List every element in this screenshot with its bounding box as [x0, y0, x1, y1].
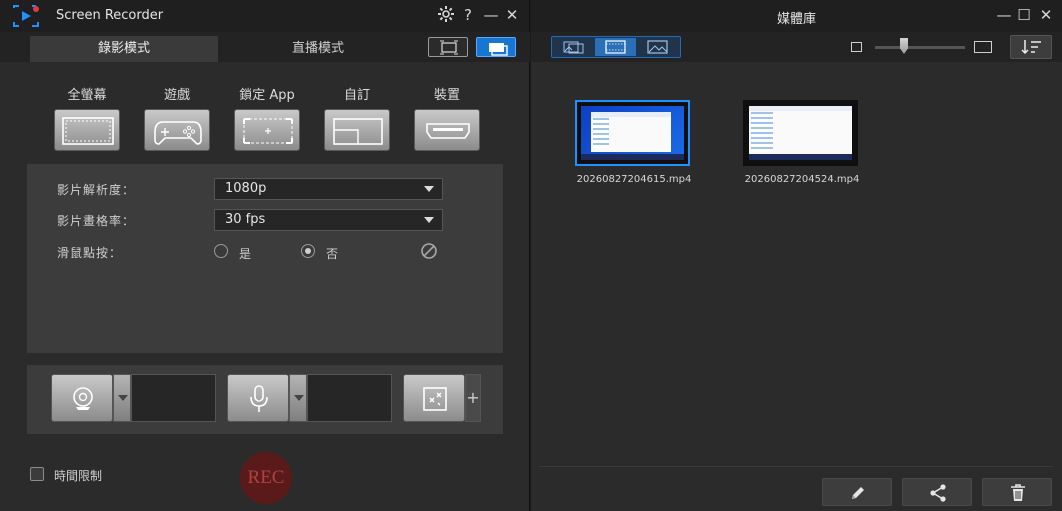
trash-icon: [1011, 484, 1025, 501]
settings-gear-icon[interactable]: [436, 5, 456, 25]
sort-icon: [1021, 40, 1041, 55]
thumbnail-size-slider[interactable]: [875, 46, 965, 49]
all-media-icon: [563, 41, 584, 54]
media-filename: 20260827204615.mp4: [576, 174, 692, 185]
webcam-preview-box: [131, 374, 216, 422]
sort-button[interactable]: [1010, 35, 1052, 59]
library-minimize-button[interactable]: —: [994, 5, 1014, 25]
effects-button[interactable]: [403, 374, 465, 422]
edit-button[interactable]: [822, 478, 892, 506]
share-button[interactable]: [902, 478, 972, 506]
microphone-level-box: [307, 374, 392, 422]
recorder-logo-icon: [13, 5, 39, 27]
media-filename: 20260827204524.mp4: [744, 174, 860, 185]
minimize-button[interactable]: —: [481, 5, 501, 25]
time-limit-checkbox[interactable]: [30, 467, 44, 481]
framerate-value: 30 fps: [225, 212, 266, 227]
fullscreen-icon: [62, 117, 114, 145]
mouse-click-label: 滑鼠點按：: [57, 246, 123, 260]
input-devices-panel: +: [27, 365, 503, 434]
filter-all-media-button[interactable]: [553, 38, 594, 56]
thumbnail-large-icon[interactable]: [974, 41, 992, 53]
device-button[interactable]: [414, 109, 480, 151]
target-lock-app-label: 鎖定 App: [239, 88, 295, 103]
mouse-click-yes-label: 是: [239, 247, 252, 261]
lock-app-icon: [243, 118, 293, 144]
target-game-label: 遊戲: [163, 88, 190, 103]
video-filter-icon: [605, 40, 626, 54]
mouse-click-no-radio[interactable]: [301, 244, 315, 258]
compact-view-button[interactable]: [428, 37, 468, 57]
mode-tab-bar: 錄影模式 直播模式: [0, 32, 530, 62]
mouse-click-yes-radio[interactable]: [214, 244, 228, 258]
full-view-button[interactable]: [476, 37, 516, 57]
microphone-dropdown-button[interactable]: [289, 374, 307, 422]
microphone-button[interactable]: [227, 374, 289, 422]
library-maximize-button[interactable]: ☐: [1014, 5, 1034, 25]
compact-view-icon: [440, 40, 458, 55]
filter-video-button[interactable]: [595, 38, 636, 56]
tab-record-mode[interactable]: 錄影模式: [30, 36, 218, 62]
help-button[interactable]: ?: [458, 5, 478, 25]
video-thumbnail[interactable]: [575, 100, 690, 166]
webcam-icon: [73, 387, 93, 410]
full-view-icon: [489, 43, 508, 56]
target-custom-label: 自訂: [343, 88, 370, 103]
filter-image-button[interactable]: [637, 38, 678, 56]
target-device-label: 裝置: [433, 88, 460, 103]
target-fullscreen-label: 全螢幕: [67, 88, 107, 103]
webcam-button[interactable]: [51, 374, 113, 422]
recording-settings-panel: 影片解析度： 1080p 影片畫格率： 30 fps 滑鼠點按： 是 否: [27, 164, 503, 353]
add-effect-button[interactable]: +: [465, 374, 481, 422]
video-thumbnail[interactable]: [743, 100, 858, 166]
thumbnail-small-icon[interactable]: [851, 42, 862, 52]
tab-live-mode[interactable]: 直播模式: [224, 36, 412, 62]
delete-button[interactable]: [982, 478, 1052, 506]
library-title: 媒體庫: [776, 12, 816, 27]
chevron-down-icon: [424, 217, 434, 223]
thumbnail-preview: [749, 106, 852, 160]
custom-area-icon: [333, 118, 383, 145]
share-icon: [930, 484, 946, 502]
media-filter-group: [551, 36, 681, 58]
thumbnail-preview: [581, 106, 684, 160]
pencil-icon: [852, 487, 864, 499]
lock-app-button[interactable]: [234, 109, 300, 151]
resolution-label: 影片解析度：: [57, 183, 136, 197]
custom-area-button[interactable]: [324, 109, 390, 151]
app-title: Screen Recorder: [56, 8, 164, 23]
resolution-select[interactable]: 1080p: [214, 178, 443, 200]
record-button[interactable]: REC: [240, 452, 292, 504]
media-library-window: 媒體庫 — ☐ ✕ 20260827204615.mp4 20260827204…: [531, 0, 1062, 511]
time-limit-label: 時間限制: [54, 469, 103, 483]
disabled-icon[interactable]: [420, 242, 438, 260]
sparkle-effects-icon: [423, 387, 447, 411]
hdmi-device-icon: [426, 123, 470, 139]
game-button[interactable]: [144, 109, 210, 151]
chevron-down-icon: [424, 186, 434, 192]
media-grid: 20260827204615.mp4 20260827204524.mp4: [539, 62, 1053, 467]
library-toolbar: [531, 32, 1062, 62]
thumbnail-size-slider-knob[interactable]: [900, 38, 908, 54]
webcam-dropdown-button[interactable]: [113, 374, 131, 422]
library-titlebar: 媒體庫 — ☐ ✕: [531, 0, 1062, 32]
gamepad-icon: [154, 121, 202, 145]
mouse-click-no-label: 否: [326, 247, 339, 261]
library-close-button[interactable]: ✕: [1036, 5, 1056, 25]
image-filter-icon: [647, 40, 668, 54]
framerate-label: 影片畫格率：: [57, 214, 136, 228]
screen-recorder-window: Screen Recorder ? — ✕ 錄影模式 直播模式 全螢幕 遊戲 鎖…: [0, 0, 530, 511]
microphone-icon: [250, 385, 268, 412]
close-button[interactable]: ✕: [502, 5, 522, 25]
resolution-value: 1080p: [225, 181, 267, 196]
recorder-titlebar: Screen Recorder ? — ✕: [0, 0, 529, 32]
framerate-select[interactable]: 30 fps: [214, 209, 443, 231]
fullscreen-button[interactable]: [54, 109, 120, 151]
